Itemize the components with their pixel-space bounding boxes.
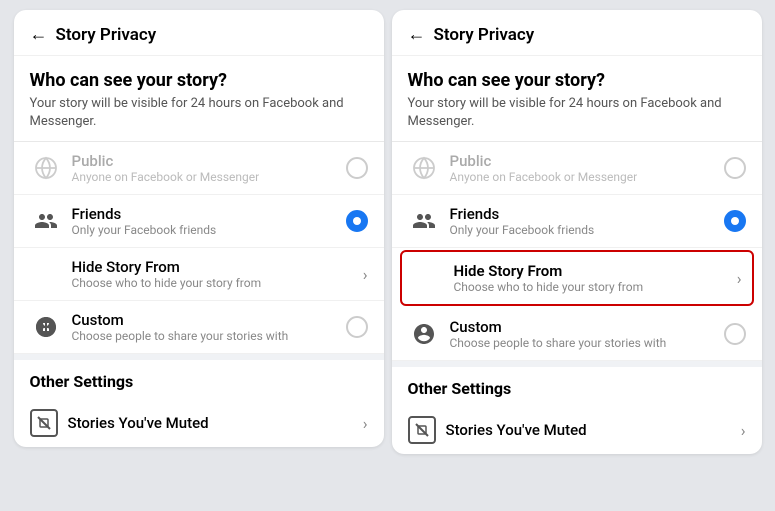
left-option-friends[interactable]: Friends Only your Facebook friends bbox=[14, 195, 384, 248]
right-back-button[interactable]: ← bbox=[408, 24, 426, 45]
right-hide-story-chevron: › bbox=[737, 269, 742, 288]
left-custom-label: Custom bbox=[72, 311, 346, 329]
left-option-public[interactable]: Public Anyone on Facebook or Messenger bbox=[14, 142, 384, 195]
left-public-radio[interactable] bbox=[346, 157, 368, 179]
right-custom-label: Custom bbox=[450, 318, 724, 336]
left-hide-story-text: Hide Story From Choose who to hide your … bbox=[30, 258, 359, 290]
custom-icon bbox=[30, 311, 62, 343]
left-other-settings-heading: Other Settings bbox=[14, 354, 384, 399]
right-muted-stories-label: Stories You've Muted bbox=[446, 421, 737, 439]
left-panel: ← Story Privacy Who can see your story? … bbox=[14, 10, 384, 447]
left-public-text: Public Anyone on Facebook or Messenger bbox=[72, 152, 346, 184]
left-who-can-see-heading: Who can see your story? bbox=[14, 56, 384, 95]
right-friends-icon bbox=[408, 205, 440, 237]
right-public-label: Public bbox=[450, 152, 724, 170]
friends-icon bbox=[30, 205, 62, 237]
left-back-button[interactable]: ← bbox=[30, 24, 48, 45]
left-friends-text: Friends Only your Facebook friends bbox=[72, 205, 346, 237]
right-header-title: Story Privacy bbox=[434, 25, 535, 45]
left-friends-label: Friends bbox=[72, 205, 346, 223]
right-who-can-see-heading: Who can see your story? bbox=[392, 56, 762, 95]
app-container: ← Story Privacy Who can see your story? … bbox=[0, 0, 775, 511]
left-who-can-see-subtitle: Your story will be visible for 24 hours … bbox=[14, 95, 384, 141]
right-public-radio[interactable] bbox=[724, 157, 746, 179]
left-muted-stories[interactable]: Stories You've Muted › bbox=[14, 399, 384, 447]
right-option-custom[interactable]: Custom Choose people to share your stori… bbox=[392, 308, 762, 361]
left-friends-sublabel: Only your Facebook friends bbox=[72, 223, 346, 237]
right-custom-sublabel: Choose people to share your stories with bbox=[450, 336, 724, 350]
right-muted-stories-chevron: › bbox=[741, 421, 746, 440]
globe-icon bbox=[30, 152, 62, 184]
right-friends-text: Friends Only your Facebook friends bbox=[450, 205, 724, 237]
left-option-hide-story[interactable]: Hide Story From Choose who to hide your … bbox=[14, 248, 384, 301]
right-globe-icon bbox=[408, 152, 440, 184]
left-friends-radio[interactable] bbox=[346, 210, 368, 232]
right-friends-label: Friends bbox=[450, 205, 724, 223]
right-option-friends[interactable]: Friends Only your Facebook friends bbox=[392, 195, 762, 248]
left-custom-radio[interactable] bbox=[346, 316, 368, 338]
right-hide-story-label: Hide Story From bbox=[454, 262, 733, 280]
right-friends-sublabel: Only your Facebook friends bbox=[450, 223, 724, 237]
right-option-hide-story-highlighted[interactable]: Hide Story From Choose who to hide your … bbox=[400, 250, 754, 306]
right-public-text: Public Anyone on Facebook or Messenger bbox=[450, 152, 724, 184]
right-header: ← Story Privacy bbox=[392, 10, 762, 56]
right-custom-text: Custom Choose people to share your stori… bbox=[450, 318, 724, 350]
right-friends-radio[interactable] bbox=[724, 210, 746, 232]
right-muted-stories-text: Stories You've Muted bbox=[446, 421, 737, 439]
left-muted-stories-chevron: › bbox=[363, 414, 368, 433]
left-public-sublabel: Anyone on Facebook or Messenger bbox=[72, 170, 346, 184]
left-hide-story-label: Hide Story From bbox=[72, 258, 359, 276]
mute-icon bbox=[30, 409, 58, 437]
left-hide-story-sublabel: Choose who to hide your story from bbox=[72, 276, 359, 290]
right-muted-stories[interactable]: Stories You've Muted › bbox=[392, 406, 762, 454]
left-public-label: Public bbox=[72, 152, 346, 170]
left-muted-stories-text: Stories You've Muted bbox=[68, 414, 359, 432]
right-custom-radio[interactable] bbox=[724, 323, 746, 345]
right-who-can-see-subtitle: Your story will be visible for 24 hours … bbox=[392, 95, 762, 141]
right-hide-story-text: Hide Story From Choose who to hide your … bbox=[412, 262, 733, 294]
left-custom-text: Custom Choose people to share your stori… bbox=[72, 311, 346, 343]
left-custom-sublabel: Choose people to share your stories with bbox=[72, 329, 346, 343]
right-hide-story-sublabel: Choose who to hide your story from bbox=[454, 280, 733, 294]
right-panel: ← Story Privacy Who can see your story? … bbox=[392, 10, 762, 454]
left-muted-stories-label: Stories You've Muted bbox=[68, 414, 359, 432]
right-option-public[interactable]: Public Anyone on Facebook or Messenger bbox=[392, 142, 762, 195]
right-mute-icon bbox=[408, 416, 436, 444]
right-custom-icon bbox=[408, 318, 440, 350]
left-header: ← Story Privacy bbox=[14, 10, 384, 56]
left-hide-story-chevron: › bbox=[363, 265, 368, 284]
left-option-custom[interactable]: Custom Choose people to share your stori… bbox=[14, 301, 384, 354]
right-other-settings-heading: Other Settings bbox=[392, 361, 762, 406]
left-header-title: Story Privacy bbox=[56, 25, 157, 45]
right-public-sublabel: Anyone on Facebook or Messenger bbox=[450, 170, 724, 184]
